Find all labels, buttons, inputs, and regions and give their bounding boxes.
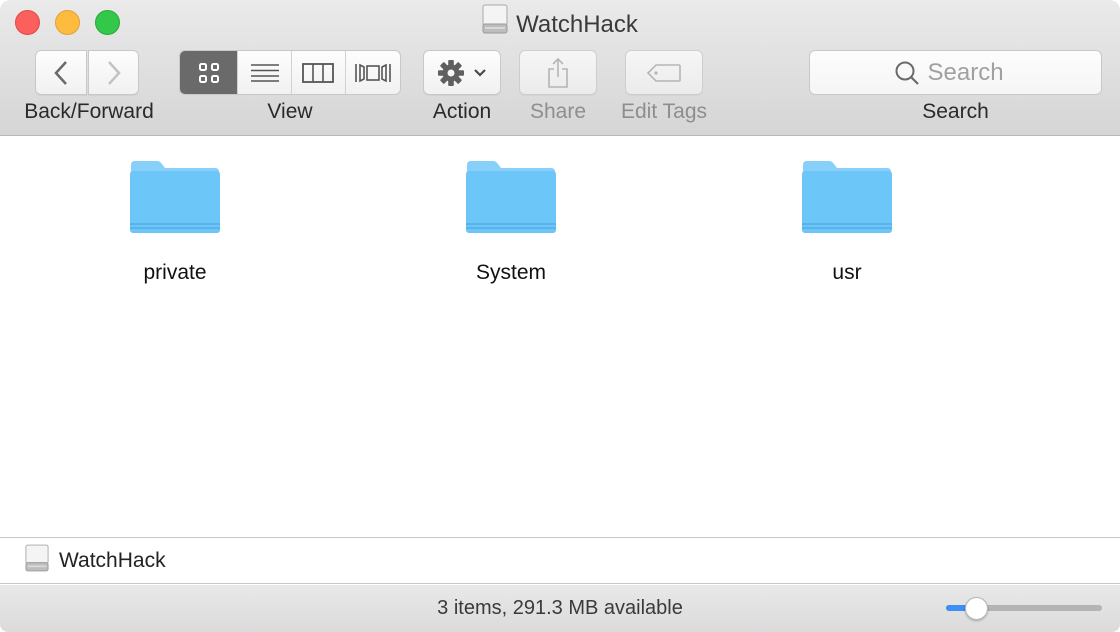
gear-icon bbox=[438, 59, 464, 86]
folder-name: System bbox=[475, 261, 546, 284]
toolbar: WatchHack Back/Forward View Action Share… bbox=[0, 0, 1120, 136]
edit-tags-label: Edit Tags bbox=[621, 100, 707, 123]
folder-icon bbox=[130, 161, 220, 233]
finder-window: WatchHack Back/Forward View Action Share… bbox=[0, 0, 1120, 632]
folder-item[interactable]: usr bbox=[757, 159, 937, 285]
drive-icon bbox=[482, 4, 508, 43]
action-button[interactable] bbox=[423, 50, 501, 95]
back-button[interactable] bbox=[35, 50, 87, 95]
grid-icon bbox=[198, 62, 219, 83]
path-item[interactable]: WatchHack bbox=[59, 549, 166, 573]
list-view-button[interactable] bbox=[238, 51, 292, 94]
path-bar: WatchHack bbox=[0, 537, 1120, 584]
folder-item[interactable]: System bbox=[421, 159, 601, 285]
search-field[interactable] bbox=[809, 50, 1102, 95]
share-label: Share bbox=[529, 100, 587, 123]
edit-tags-button[interactable] bbox=[625, 50, 703, 95]
folder-name: usr bbox=[832, 261, 862, 284]
file-browser: private System usr bbox=[0, 137, 1120, 536]
folder-icon bbox=[802, 161, 892, 233]
slider-thumb[interactable] bbox=[965, 597, 988, 620]
folder-name: private bbox=[143, 261, 207, 284]
window-title-text: WatchHack bbox=[516, 10, 638, 38]
forward-button[interactable] bbox=[88, 50, 139, 95]
cover-flow-icon bbox=[354, 63, 391, 82]
chevron-down-icon bbox=[474, 68, 486, 77]
tag-icon bbox=[646, 63, 681, 82]
folder-item[interactable]: private bbox=[85, 159, 265, 285]
view-label: View bbox=[267, 100, 313, 123]
window-title: WatchHack bbox=[0, 4, 1120, 45]
share-button[interactable] bbox=[519, 50, 597, 95]
action-label: Action bbox=[432, 100, 492, 123]
view-segmented-control bbox=[179, 50, 401, 95]
search-icon bbox=[895, 61, 919, 85]
icon-view-button[interactable] bbox=[180, 51, 239, 94]
icon-size-slider[interactable] bbox=[946, 597, 1102, 620]
chevron-left-icon bbox=[54, 60, 67, 85]
search-input[interactable] bbox=[927, 58, 1018, 87]
column-view-button[interactable] bbox=[292, 51, 346, 94]
cover-flow-view-button[interactable] bbox=[346, 51, 401, 94]
chevron-right-icon bbox=[107, 60, 121, 85]
columns-icon bbox=[302, 62, 335, 83]
share-icon bbox=[548, 57, 568, 88]
back-forward-label: Back/Forward bbox=[24, 100, 154, 123]
folder-icon bbox=[466, 161, 556, 233]
drive-icon bbox=[25, 544, 49, 577]
search-label: Search bbox=[922, 100, 989, 123]
status-text: 3 items, 291.3 MB available bbox=[437, 597, 683, 619]
list-icon bbox=[250, 63, 279, 82]
